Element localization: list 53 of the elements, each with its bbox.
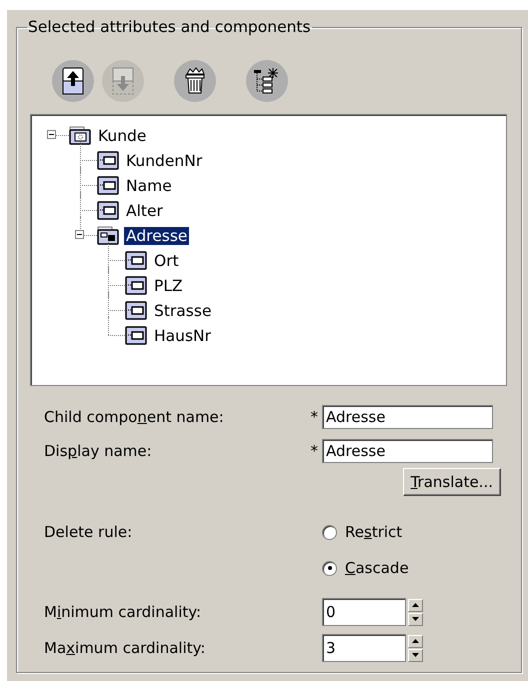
minus-icon — [48, 131, 55, 138]
text-field[interactable]: Adresse — [322, 439, 493, 463]
tree-item[interactable]: Alter — [124, 202, 165, 220]
trash-icon — [184, 67, 206, 95]
number-field[interactable]: 3 — [322, 634, 406, 662]
text-field[interactable]: Adresse — [322, 405, 493, 429]
tree-item[interactable]: PLZ — [152, 276, 185, 294]
tree-item[interactable]: Name — [124, 176, 174, 194]
field-label: Minimum cardinality: — [44, 603, 202, 621]
field-label: Maximum cardinality: — [44, 639, 206, 657]
field-label: Child component name: — [44, 408, 225, 426]
attribute-icon — [125, 276, 147, 295]
group-title: Selected attributes and components — [27, 18, 312, 36]
tree-item[interactable]: HausNr — [152, 326, 214, 344]
tree-item[interactable]: Adresse — [124, 226, 190, 244]
radio-button[interactable] — [322, 560, 337, 576]
spin-down-button[interactable] — [408, 648, 423, 662]
radio-label[interactable]: Cascade — [345, 559, 409, 577]
translate-button[interactable]: Translate... — [402, 468, 501, 496]
tree-item[interactable]: KundenNr — [124, 152, 204, 170]
delete-button[interactable] — [174, 60, 216, 102]
collapse-toggle[interactable] — [75, 230, 84, 239]
spin-up-button[interactable] — [408, 634, 423, 648]
tree-item[interactable]: Ort — [152, 252, 181, 270]
field-label: Delete rule: — [44, 523, 134, 541]
down-triangle-icon — [412, 617, 419, 621]
new-tree-button[interactable] — [246, 60, 288, 102]
minus-icon — [76, 231, 83, 238]
attribute-icon — [97, 201, 119, 220]
attribute-icon — [125, 326, 147, 345]
move-up-icon — [62, 67, 84, 95]
collapse-toggle[interactable] — [47, 130, 56, 139]
radio-button[interactable] — [322, 524, 337, 540]
tree-sparkle-icon — [253, 67, 281, 95]
attribute-icon — [125, 301, 147, 320]
attribute-icon — [125, 251, 147, 270]
number-field[interactable]: 0 — [322, 598, 406, 626]
down-triangle-icon — [412, 653, 419, 657]
radio-label[interactable]: Restrict — [345, 523, 402, 541]
move-up-button[interactable] — [52, 60, 94, 102]
attribute-icon — [97, 151, 119, 170]
up-triangle-icon — [412, 639, 419, 643]
spin-up-button[interactable] — [408, 598, 423, 612]
move-down-icon — [112, 67, 134, 95]
required-mark: * — [310, 408, 319, 426]
tree-item[interactable]: Strasse — [152, 302, 214, 320]
required-mark: * — [310, 442, 319, 460]
field-label: Display name: — [44, 442, 153, 460]
component-icon — [97, 226, 119, 245]
attribute-icon — [97, 176, 119, 195]
spin-down-button[interactable] — [408, 612, 423, 626]
up-triangle-icon — [412, 603, 419, 607]
tree-item[interactable]: Kunde — [96, 126, 148, 144]
